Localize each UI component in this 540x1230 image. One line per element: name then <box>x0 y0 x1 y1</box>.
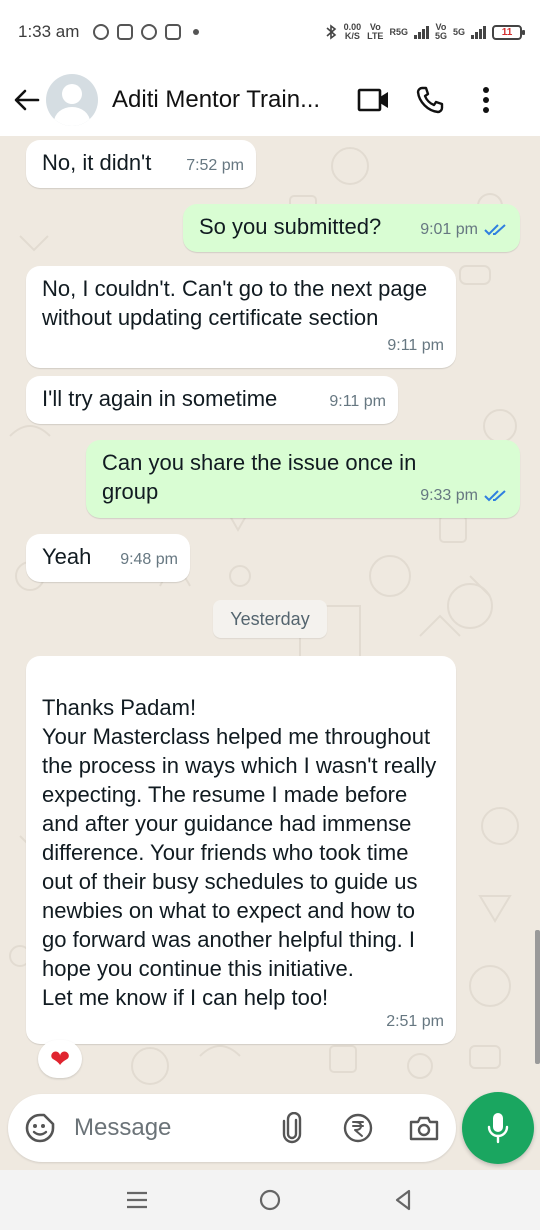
message-reaction[interactable]: ❤ <box>38 1040 82 1078</box>
message-timestamp: 9:01 pm <box>420 221 478 238</box>
camera-icon <box>409 1116 439 1141</box>
status-time: 1:33 am <box>18 22 80 41</box>
video-call-icon <box>357 88 388 112</box>
mic-button[interactable] <box>462 1092 534 1164</box>
payment-button[interactable] <box>340 1110 376 1146</box>
message-text: So you submitted? <box>199 214 382 239</box>
nav-recents-button[interactable] <box>117 1180 157 1220</box>
more-vert-icon <box>483 87 489 113</box>
chat-header: Aditi Mentor Train... <box>0 64 540 136</box>
back-arrow-icon[interactable] <box>12 85 42 115</box>
attach-button[interactable] <box>274 1110 310 1146</box>
camera-button[interactable] <box>406 1110 442 1146</box>
mic-icon <box>487 1113 509 1144</box>
message-outgoing[interactable]: Can you share the issue once in group 9:… <box>86 440 520 518</box>
message-time: 9:11 pm <box>329 387 386 416</box>
status-bar: 1:33 am 0.00 K/S Vo LTE R5G Vo 5G 5G 11 <box>0 0 540 64</box>
sticker-icon <box>25 1113 55 1143</box>
sim2-signal-icon <box>471 25 486 39</box>
message-time: 2:51 pm <box>386 1007 444 1036</box>
message-incoming[interactable]: Thanks Padam! Your Masterclass helped me… <box>26 656 456 1044</box>
message-text: No, I couldn't. Can't go to the next pag… <box>42 276 428 330</box>
date-separator: Yesterday <box>213 600 327 638</box>
message-text: Yeah <box>42 544 92 569</box>
message-time: 9:33 pm <box>420 481 508 510</box>
status-indicators: 0.00 K/S Vo LTE R5G Vo 5G 5G 11 <box>324 23 525 41</box>
message-timestamp: 9:48 pm <box>120 551 178 568</box>
nav-menu-icon <box>126 1191 147 1209</box>
video-call-button[interactable] <box>354 80 394 120</box>
b-notification-icon <box>141 24 158 40</box>
heart-reaction-icon: ❤ <box>49 1045 71 1073</box>
message-timestamp: 9:11 pm <box>387 337 444 354</box>
sim1-lte-label: LTE <box>367 31 384 41</box>
message-incoming[interactable]: No, it didn't 7:52 pm <box>26 140 256 188</box>
nav-home-button[interactable] <box>250 1180 290 1220</box>
double-tick-icon <box>484 489 506 501</box>
network-speed-unit: K/S <box>344 31 360 41</box>
sim2-label: 5G <box>452 26 465 37</box>
message-timestamp: 2:51 pm <box>386 1013 444 1030</box>
chat-title[interactable]: Aditi Mentor Train... <box>112 86 338 114</box>
message-text: No, it didn't <box>42 150 152 175</box>
sim2-5g-label: 5G <box>434 31 447 41</box>
chat-messages-area[interactable]: No, it didn't 7:52 pm So you submitted? … <box>0 136 540 1094</box>
scrollbar[interactable] <box>535 930 540 1064</box>
message-incoming[interactable]: No, I couldn't. Can't go to the next pag… <box>26 266 456 368</box>
message-text: Can you share the issue once in group <box>102 450 417 504</box>
message-input[interactable] <box>74 1114 254 1142</box>
system-nav-bar <box>0 1170 540 1230</box>
sim2-volte: Vo 5G <box>435 23 447 41</box>
message-outgoing[interactable]: So you submitted? 9:01 pm <box>183 204 520 252</box>
message-timestamp: 7:52 pm <box>186 157 244 174</box>
instagram-notification-icon <box>165 24 182 40</box>
rupee-payment-icon <box>343 1113 373 1143</box>
message-time: 9:01 pm <box>420 215 508 244</box>
battery-icon: 11 <box>492 24 525 40</box>
more-notifications-dot-icon <box>193 29 200 35</box>
group-notification-icon <box>117 24 134 40</box>
message-timestamp: 9:33 pm <box>420 487 478 504</box>
sticker-button[interactable] <box>22 1110 58 1146</box>
sim1-volte: Vo LTE <box>367 23 383 41</box>
bluetooth-icon <box>326 24 336 40</box>
sim1-signal-icon <box>413 25 429 39</box>
nav-back-button[interactable] <box>383 1180 423 1220</box>
message-time: 7:52 pm <box>186 151 244 180</box>
message-text: Thanks Padam! Your Masterclass helped me… <box>42 695 437 1010</box>
chat-notification-icon <box>93 24 110 40</box>
message-incoming[interactable]: Yeah 9:48 pm <box>26 534 190 582</box>
notification-icons <box>93 24 200 40</box>
network-speed: 0.00 K/S <box>344 23 362 41</box>
voice-call-button[interactable] <box>410 80 450 120</box>
message-time: 9:48 pm <box>120 545 178 574</box>
message-composer <box>8 1094 456 1162</box>
message-timestamp: 9:11 pm <box>329 393 386 410</box>
attach-icon <box>282 1112 302 1144</box>
message-time: 9:11 pm <box>387 331 444 360</box>
nav-home-icon <box>259 1189 281 1211</box>
nav-back-icon <box>396 1189 411 1211</box>
avatar[interactable] <box>46 74 98 126</box>
sim1-label: R5G <box>389 26 408 37</box>
phone-icon <box>416 86 444 114</box>
message-text: I'll try again in sometime <box>42 386 278 411</box>
more-options-button[interactable] <box>466 80 506 120</box>
message-incoming[interactable]: I'll try again in sometime 9:11 pm <box>26 376 398 424</box>
double-tick-icon <box>484 223 506 235</box>
